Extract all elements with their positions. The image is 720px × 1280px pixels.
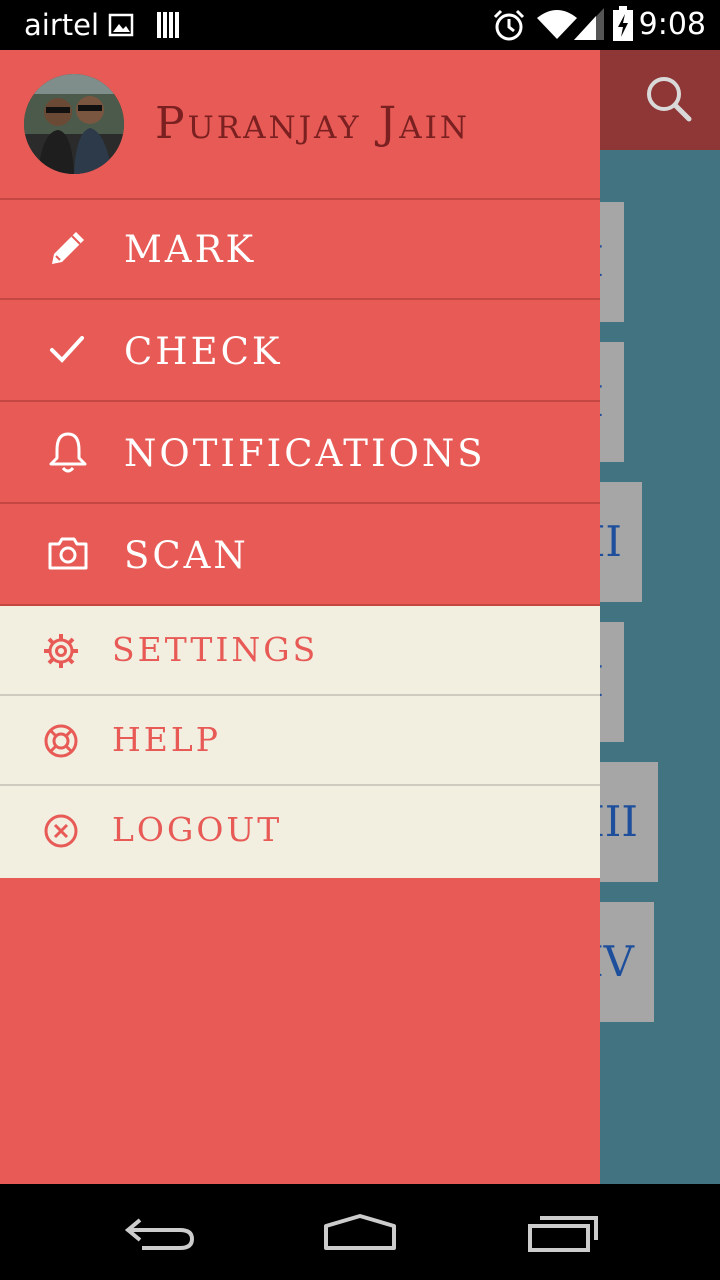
image-icon xyxy=(108,13,134,37)
drawer-item-label: MARK xyxy=(124,228,257,271)
search-icon[interactable] xyxy=(644,74,692,124)
drawer-item-label: SETTINGS xyxy=(112,630,319,669)
gear-icon xyxy=(44,634,78,668)
clock: 9:08 xyxy=(638,7,706,42)
home-icon[interactable] xyxy=(320,1210,400,1254)
close-circle-icon xyxy=(44,814,78,848)
drawer-item-notifications[interactable]: NOTIFICATIONS xyxy=(0,404,600,504)
carrier-label: airtel xyxy=(24,8,100,42)
user-name: Puranjay Jain xyxy=(155,98,470,149)
drawer-item-check[interactable]: CHECK xyxy=(0,302,600,402)
signal-icon xyxy=(574,8,604,40)
drawer-header: Puranjay Jain xyxy=(0,50,600,200)
drawer-item-label: HELP xyxy=(112,720,221,759)
battery-charging-icon xyxy=(613,6,633,41)
recents-icon[interactable] xyxy=(522,1210,602,1254)
avatar[interactable] xyxy=(24,74,124,174)
navigation-drawer: Puranjay Jain MARK CHECK NOTIFICATIONS S… xyxy=(0,50,600,1184)
system-nav-bar xyxy=(0,1184,720,1280)
drawer-item-label: LOGOUT xyxy=(112,810,283,849)
check-icon xyxy=(50,336,84,363)
status-bar: airtel 9:08 xyxy=(0,0,720,50)
alarm-icon xyxy=(493,9,525,41)
avatar-image xyxy=(24,74,124,174)
drawer-item-label: NOTIFICATIONS xyxy=(124,432,486,475)
wifi-icon xyxy=(537,10,577,39)
lifebuoy-icon xyxy=(44,724,78,758)
drawer-item-scan[interactable]: SCAN xyxy=(0,506,600,606)
drawer-item-settings[interactable]: SETTINGS xyxy=(0,606,600,696)
drawer-item-help[interactable]: HELP xyxy=(0,696,600,786)
drawer-item-logout[interactable]: LOGOUT xyxy=(0,786,600,878)
camera-icon xyxy=(48,537,88,570)
bell-icon xyxy=(49,432,87,473)
drawer-item-label: SCAN xyxy=(124,534,249,577)
drawer-item-label: CHECK xyxy=(124,330,283,373)
barcode-icon xyxy=(157,12,179,38)
back-icon[interactable] xyxy=(120,1210,200,1254)
drawer-item-mark[interactable]: MARK xyxy=(0,200,600,300)
pencil-icon xyxy=(52,232,84,264)
